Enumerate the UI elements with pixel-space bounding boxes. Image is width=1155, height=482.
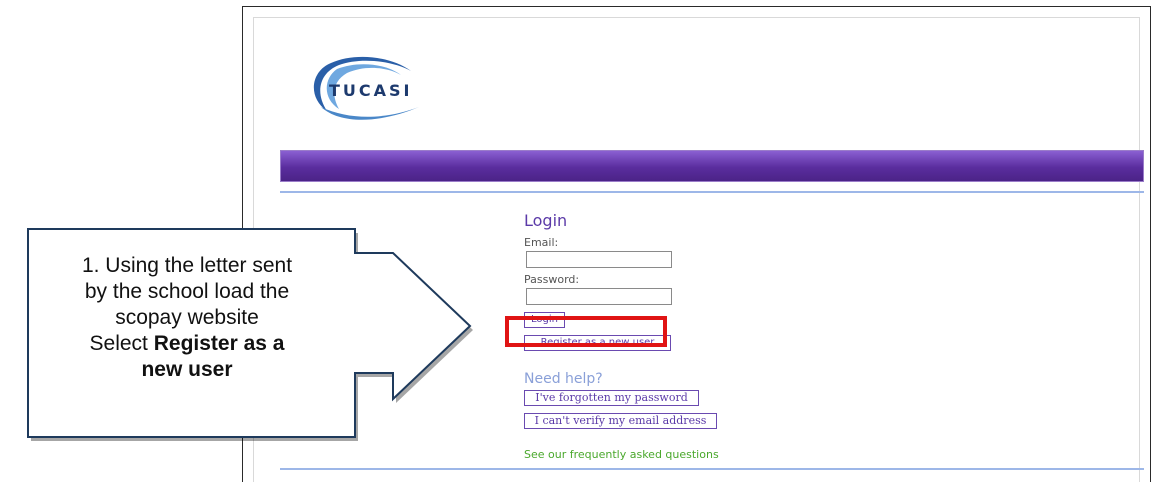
- faq-link[interactable]: See our frequently asked questions: [524, 448, 719, 461]
- email-field[interactable]: [526, 251, 672, 268]
- divider-bottom: [280, 468, 1144, 470]
- register-highlight-box: [505, 316, 667, 347]
- screenshot-frame: TUCASI Login Email: Password: Login Regi…: [242, 6, 1151, 482]
- callout-line-5: new user: [141, 358, 233, 381]
- need-help-title: Need help?: [524, 371, 603, 387]
- callout-line-2: by the school load the: [84, 280, 290, 303]
- callout-instructions: 1. Using the letter sent by the school l…: [22, 253, 352, 383]
- email-label: Email:: [524, 236, 559, 249]
- forgot-password-button[interactable]: I've forgotten my password: [524, 390, 699, 406]
- divider-top: [280, 191, 1144, 193]
- verify-email-button[interactable]: I can't verify my email address: [524, 413, 717, 429]
- header-banner: [280, 150, 1144, 182]
- callout-line-3: scopay website: [115, 306, 259, 329]
- password-field[interactable]: [526, 288, 672, 305]
- callout-line-4: Select Register as a: [22, 331, 352, 357]
- login-page: TUCASI Login Email: Password: Login Regi…: [253, 17, 1144, 482]
- password-label: Password:: [524, 273, 580, 286]
- login-title: Login: [524, 211, 568, 230]
- callout-register-bold: Register as a: [153, 332, 285, 355]
- callout-line-1: 1. Using the letter sent: [81, 254, 293, 277]
- callout-select-prefix: Select: [89, 332, 154, 355]
- logo-text: TUCASI: [329, 81, 413, 100]
